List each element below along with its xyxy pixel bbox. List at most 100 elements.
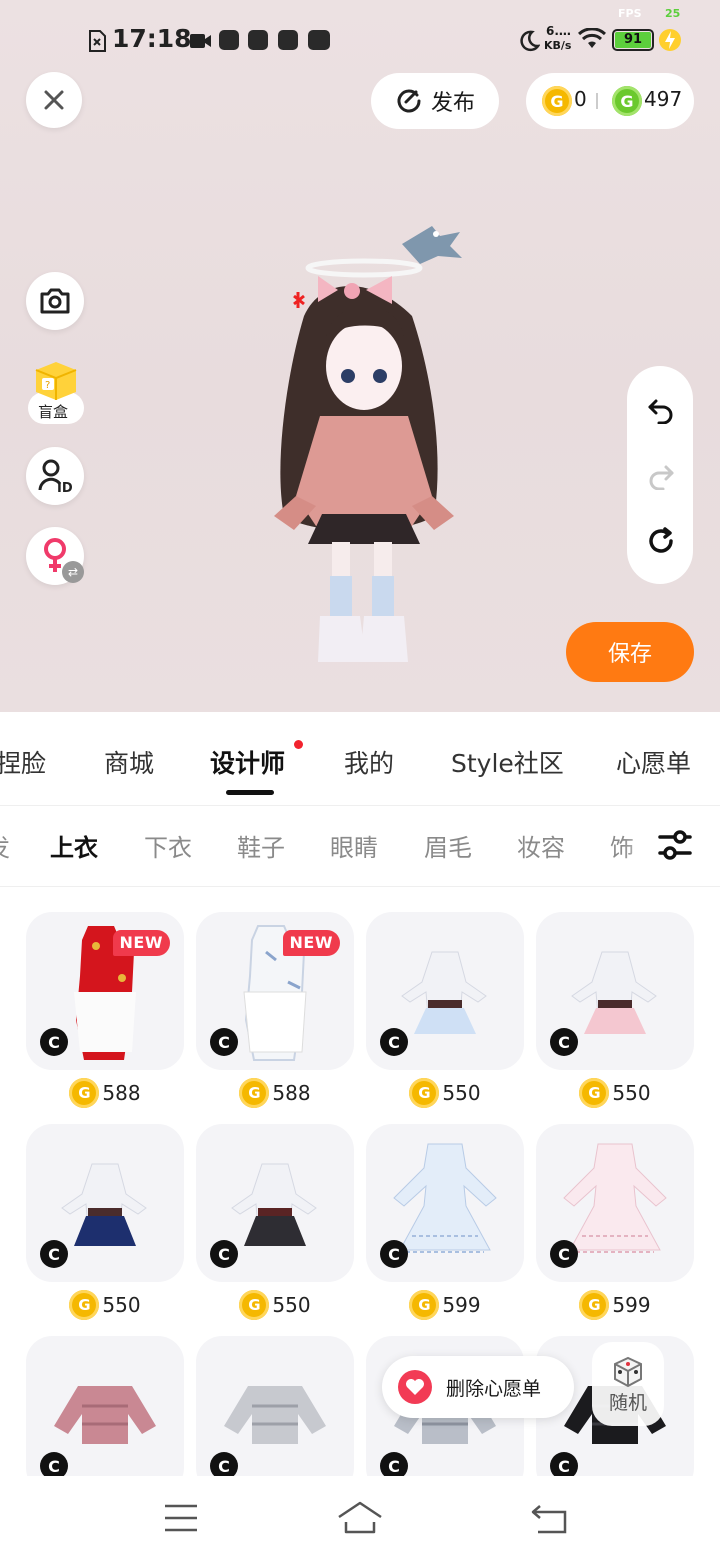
close-button[interactable]: [26, 72, 82, 128]
item-thumbnail: NEW C: [26, 912, 184, 1070]
random-label: 随机: [608, 1391, 647, 1414]
status-bar: 17:18 FPS 25 6.… KB/s 91: [0, 7, 720, 62]
item-card[interactable]: NEW C G 588: [26, 912, 184, 1108]
home-icon[interactable]: [336, 1500, 384, 1534]
item-card[interactable]: C G 550: [536, 912, 694, 1108]
tab-style-community[interactable]: Style社区: [451, 744, 564, 780]
item-card[interactable]: C G 550: [26, 1124, 184, 1320]
moon-icon: [520, 30, 540, 52]
item-thumbnail: NEW C: [196, 912, 354, 1070]
category-tab-bar: 发 上衣 下衣 鞋子 眼睛 眉毛 妆容 饰: [0, 806, 720, 886]
reset-icon[interactable]: [646, 526, 676, 556]
avatar-id-button[interactable]: ID: [26, 447, 84, 505]
tab-shop[interactable]: 商城: [104, 744, 154, 780]
price-value: 599: [442, 1293, 481, 1317]
swap-icon: ⇄: [62, 561, 84, 583]
main-tab-bar: 捏脸 商城 设计师 我的 Style社区 心愿单: [0, 712, 720, 804]
publish-icon: [397, 89, 421, 113]
item-price: G 588: [196, 1076, 354, 1110]
video-icon: [190, 34, 211, 48]
item-thumbnail: C: [26, 1124, 184, 1282]
tiktok-icon: [248, 30, 268, 50]
tab-face[interactable]: 捏脸: [0, 744, 46, 780]
category-bottoms[interactable]: 下衣: [144, 828, 192, 863]
category-hair[interactable]: 发: [0, 828, 10, 863]
currency-display[interactable]: G 0 G 497: [526, 73, 694, 129]
svg-text:ID: ID: [57, 481, 73, 494]
gender-switch-button[interactable]: ⇄: [26, 527, 84, 585]
gold-coin-icon: G: [69, 1290, 100, 1320]
random-button[interactable]: 随机: [592, 1342, 664, 1426]
item-card[interactable]: C: [26, 1336, 184, 1476]
remove-wishlist-button[interactable]: 删除心愿单: [382, 1356, 574, 1418]
item-card[interactable]: C G 599: [536, 1124, 694, 1320]
redo-icon[interactable]: [647, 462, 675, 490]
creator-badge: C: [210, 1028, 238, 1056]
item-thumbnail: C: [536, 1124, 694, 1282]
creator-badge: C: [210, 1240, 238, 1268]
close-icon: [44, 90, 64, 110]
camera-icon: [40, 288, 70, 314]
history-panel: [627, 366, 693, 584]
save-button[interactable]: 保存: [566, 622, 694, 682]
new-badge: NEW: [282, 930, 340, 956]
item-price: G 599: [536, 1288, 694, 1322]
fps-label: FPS: [618, 7, 642, 20]
active-tab-indicator: [226, 790, 274, 795]
user-id-icon: ID: [38, 459, 73, 494]
svg-text:?: ?: [45, 380, 50, 391]
back-icon[interactable]: [530, 1502, 568, 1534]
clock: 17:18: [112, 24, 192, 53]
item-thumbnail: C: [366, 912, 524, 1070]
tab-wishlist[interactable]: 心愿单: [616, 744, 691, 780]
gold-coin-icon: G: [69, 1078, 100, 1108]
item-thumbnail: C: [26, 1336, 184, 1476]
category-makeup[interactable]: 妆容: [517, 828, 565, 863]
gold-coin-icon: G: [409, 1290, 440, 1320]
tab-mine[interactable]: 我的: [344, 744, 394, 780]
item-price: G 550: [26, 1288, 184, 1322]
remove-wishlist-label: 删除心愿单: [446, 1377, 542, 1400]
coin-divider: [596, 93, 598, 109]
net-speed-unit: KB/s: [544, 39, 572, 52]
item-price: G 550: [536, 1076, 694, 1110]
system-nav-bar: [0, 1476, 720, 1560]
item-price: G 550: [196, 1288, 354, 1322]
item-card[interactable]: C: [196, 1336, 354, 1476]
app-notify-icon: [219, 30, 239, 50]
dice-icon: [614, 1356, 642, 1387]
undo-icon[interactable]: [647, 396, 675, 424]
item-price: G 550: [366, 1076, 524, 1110]
creator-badge: C: [210, 1452, 238, 1476]
publish-label: 发布: [430, 91, 475, 116]
gold-coin-icon: G: [239, 1078, 270, 1108]
item-thumbnail: C: [196, 1124, 354, 1282]
mystery-box-button[interactable]: ? 盲盒: [26, 356, 86, 426]
category-tops[interactable]: 上衣: [50, 828, 98, 863]
creator-badge: C: [40, 1452, 68, 1476]
price-value: 599: [612, 1293, 651, 1317]
price-value: 588: [272, 1081, 311, 1105]
publish-button[interactable]: 发布: [371, 73, 499, 129]
gold-coin-count: 0: [574, 87, 587, 111]
item-card[interactable]: C G 550: [196, 1124, 354, 1320]
tab-designer[interactable]: 设计师: [210, 744, 285, 780]
fps-value: 25: [665, 7, 681, 20]
camera-button[interactable]: [26, 272, 84, 330]
creator-badge: C: [550, 1240, 578, 1268]
item-card[interactable]: C G 599: [366, 1124, 524, 1320]
price-value: 550: [612, 1081, 651, 1105]
menu-icon[interactable]: [164, 1504, 198, 1532]
creator-badge: C: [380, 1028, 408, 1056]
mystery-box-label: 盲盒: [38, 403, 69, 421]
avatar-character: [274, 226, 462, 662]
item-card[interactable]: C G 550: [366, 912, 524, 1108]
category-shoes[interactable]: 鞋子: [237, 828, 285, 863]
category-eyes[interactable]: 眼睛: [330, 828, 378, 863]
category-divider: [0, 886, 720, 887]
item-card[interactable]: NEW C G 588: [196, 912, 354, 1108]
gold-coin-icon: G: [579, 1290, 610, 1320]
filter-icon[interactable]: [656, 826, 694, 864]
green-coin-icon: G: [612, 86, 642, 116]
category-eyebrows[interactable]: 眉毛: [424, 828, 472, 863]
